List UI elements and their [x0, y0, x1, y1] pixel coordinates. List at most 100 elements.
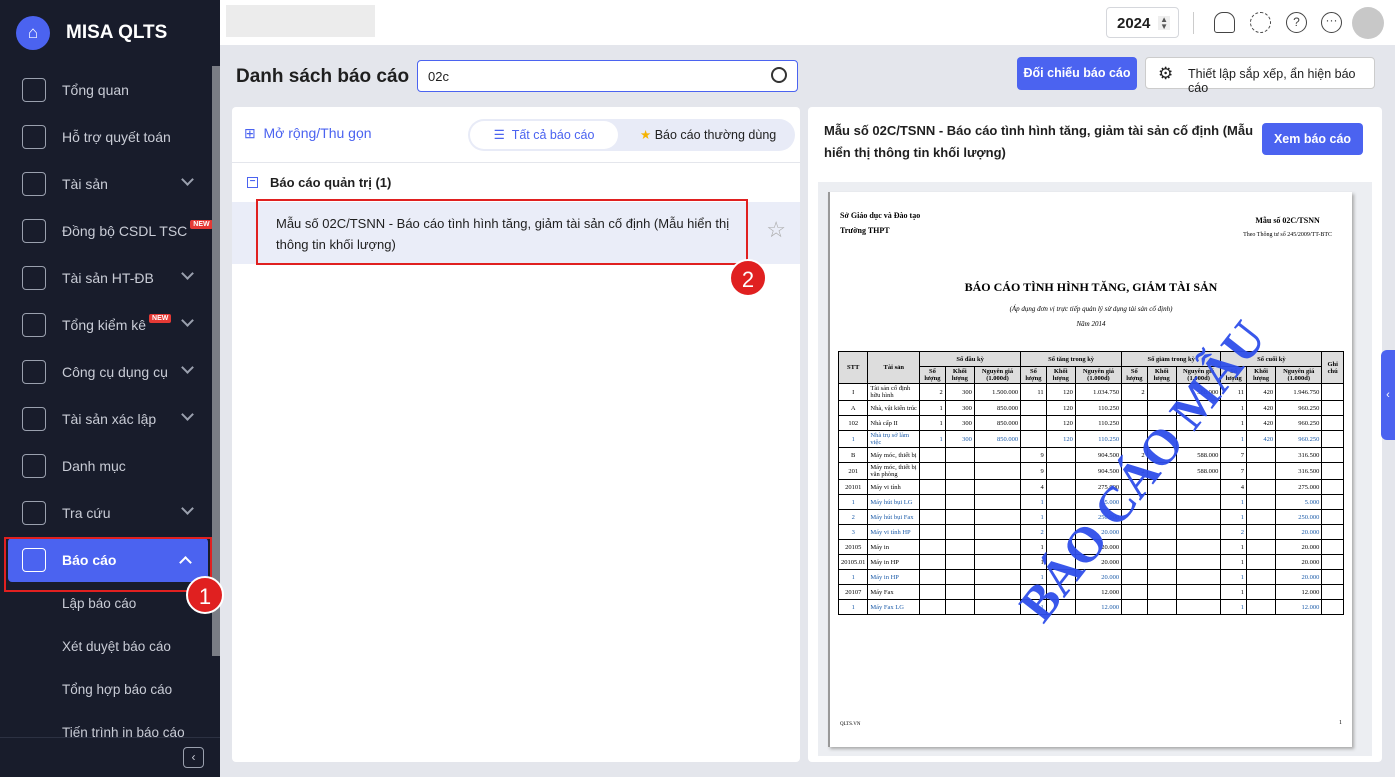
school-name: Trường THPT — [840, 226, 890, 235]
table-cell — [1045, 447, 1076, 463]
table-cell — [1321, 400, 1344, 416]
group-label: Báo cáo quản trị (1) — [270, 175, 392, 190]
table-cell — [1146, 509, 1177, 525]
table-cell: 120 — [1045, 415, 1076, 431]
sidebar-item[interactable]: Công cụ dụng cụ — [0, 348, 220, 395]
col-subheader: Số lượng — [1020, 366, 1047, 384]
table-cell — [944, 599, 975, 615]
view-report-button[interactable]: Xem báo cáo — [1262, 123, 1363, 155]
table-cell: 120 — [1045, 400, 1076, 416]
gear-icon[interactable] — [1250, 12, 1271, 33]
tab-all-reports[interactable]: ☰ Tất cả báo cáo — [470, 121, 618, 149]
sidebar-item[interactable]: Tổng quan — [0, 66, 220, 113]
table-cell: 960.250 — [1275, 400, 1323, 416]
org-name: Sở Giáo dục và Đào tạo — [840, 211, 921, 220]
table-cell: 1 — [1220, 494, 1247, 510]
table-cell — [1321, 430, 1344, 448]
chevron-down-icon — [181, 502, 194, 515]
table-cell: 316.500 — [1275, 462, 1323, 480]
table-cell: 1 — [1220, 584, 1247, 600]
table-cell — [1245, 509, 1277, 525]
table-cell: Nhà cấp II — [867, 415, 921, 431]
sort-settings-button[interactable]: ⚙ Thiết lập sắp xếp, ẩn hiện báo cáo — [1145, 57, 1375, 95]
table-cell — [1146, 569, 1177, 585]
table-cell: 20105 — [837, 539, 869, 555]
table-cell — [1121, 539, 1148, 555]
table-cell: Máy hút bụi Fax — [867, 509, 921, 525]
inventory-icon — [22, 312, 46, 337]
nav-label: Tài sản — [62, 175, 108, 192]
sidebar-item[interactable]: Hỗ trợ quyết toán — [0, 113, 220, 160]
nav-label: Đồng bộ CSDL TSC — [62, 222, 188, 239]
sidebar-item[interactable]: Tra cứu — [0, 489, 220, 536]
year-value: 2024 — [1117, 15, 1151, 32]
search-icon[interactable] — [771, 67, 787, 83]
sidebar-item[interactable]: Tài sản — [0, 160, 220, 207]
report-group[interactable]: − Báo cáo quản trị (1) — [232, 162, 800, 202]
expand-panel-tab[interactable]: ‹ — [1381, 350, 1395, 440]
table-cell: 1 — [1220, 415, 1247, 431]
sidebar-subitem[interactable]: Tổng hợp báo cáo — [0, 668, 220, 711]
compare-report-button[interactable]: Đối chiếu báo cáo — [1017, 57, 1137, 90]
table-cell: Máy hút bụi LG — [867, 494, 921, 510]
table-cell — [919, 462, 946, 480]
expand-collapse-button[interactable]: ⊞ Mở rộng/Thu gọn — [244, 125, 372, 142]
sidebar-item[interactable]: Tài sản HT-ĐB — [0, 254, 220, 301]
table-cell: 1 — [1020, 509, 1047, 525]
table-cell — [1045, 462, 1076, 480]
table-cell: 1.946.750 — [1275, 383, 1323, 401]
table-cell — [1175, 554, 1222, 570]
help-icon[interactable]: ? — [1286, 12, 1307, 33]
table-cell — [1045, 494, 1076, 510]
table-cell — [1321, 599, 1344, 615]
table-cell — [1121, 599, 1148, 615]
collapse-sidebar-button[interactable]: ‹ — [183, 747, 204, 768]
more-icon[interactable]: ··· — [1321, 12, 1342, 33]
star-icon[interactable]: ☆ — [766, 219, 786, 241]
table-cell: 12.000 — [1275, 599, 1323, 615]
sidebar-scrollbar[interactable] — [212, 66, 220, 656]
home-logo-icon: ⌂ — [16, 16, 50, 50]
table-cell — [973, 524, 1022, 540]
sidebar-item[interactable]: Đồng bộ CSDL TSC NEW — [0, 207, 220, 254]
table-cell: 120 — [1045, 430, 1076, 448]
table-cell — [1245, 494, 1277, 510]
form-number: Mẫu số 02C/TSNN — [1255, 216, 1320, 225]
sidebar-item[interactable]: Danh mục — [0, 442, 220, 489]
table-cell: 1 — [1020, 494, 1047, 510]
logo[interactable]: ⌂ MISA QLTS — [0, 0, 220, 66]
table-cell — [1321, 494, 1344, 510]
year-stepper[interactable]: 2024 ▲ ▼ — [1106, 7, 1179, 38]
table-cell — [1146, 524, 1177, 540]
table-cell — [919, 584, 946, 600]
table-row: A Nhà, vật kiến trúc 1 300 850.000 120 110.250… — [837, 400, 1344, 416]
bell-icon[interactable] — [1214, 12, 1235, 33]
table-cell — [1245, 599, 1277, 615]
report-paper: Sở Giáo dục và Đào tạo Trường THPT Mẫu số… — [828, 192, 1352, 747]
table-cell: 960.250 — [1275, 430, 1323, 448]
sidebar-subitem[interactable]: Xét duyệt báo cáo — [0, 625, 220, 668]
expand-label: Mở rộng/Thu gọn — [263, 125, 372, 141]
org-block: Sở Giáo dục và Đào tạo Trường THPT — [840, 208, 920, 238]
table-cell: 300 — [944, 415, 975, 431]
tab-favorite-reports[interactable]: ★ Báo cáo thường dùng — [640, 127, 776, 142]
nav-label: Tài sản HT-ĐB — [62, 269, 154, 286]
table-cell: 20107 — [837, 584, 869, 600]
col-subheader: Khối lượng — [1146, 366, 1177, 384]
table-cell — [1245, 462, 1277, 480]
table-cell — [1121, 554, 1148, 570]
avatar[interactable] — [1352, 7, 1384, 39]
col-subheader: Nguyên giá (1.000đ) — [1074, 366, 1123, 384]
table-cell: 12.000 — [1275, 584, 1323, 600]
table-cell: 2 — [837, 509, 869, 525]
table-cell — [1321, 554, 1344, 570]
sidebar-item[interactable]: Tài sản xác lập — [0, 395, 220, 442]
table-cell: 1 — [919, 430, 946, 448]
search-input[interactable]: 02c — [417, 60, 798, 92]
collapse-icon[interactable]: − — [247, 177, 258, 188]
table-cell — [1146, 599, 1177, 615]
spinner-icon[interactable]: ▲ ▼ — [1158, 16, 1170, 31]
table-cell — [944, 462, 975, 480]
sidebar-item[interactable]: Tổng kiểm kê NEW — [0, 301, 220, 348]
table-cell: A — [837, 400, 869, 416]
